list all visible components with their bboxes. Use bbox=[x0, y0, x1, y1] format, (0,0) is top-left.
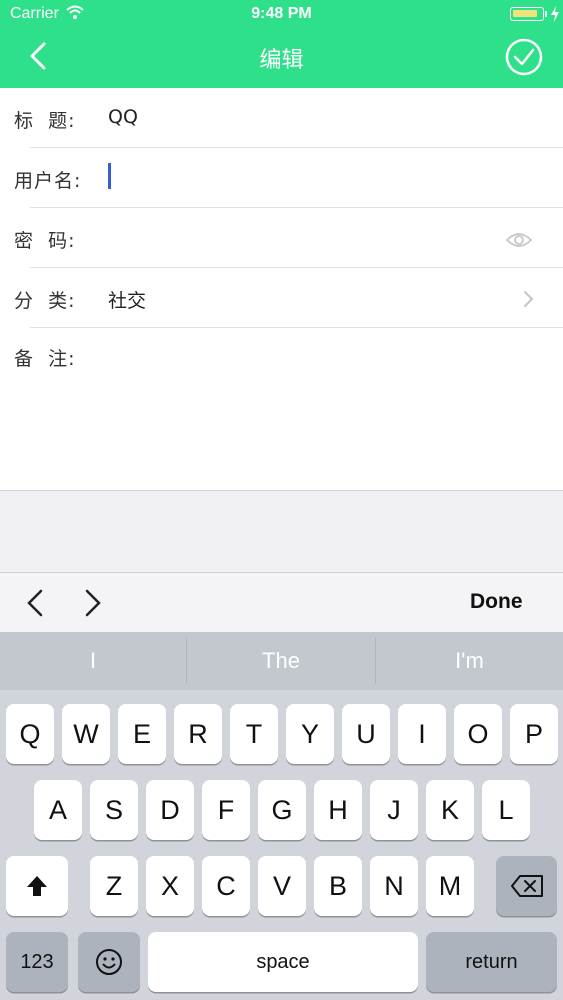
key-s[interactable]: S bbox=[90, 780, 138, 840]
category-row[interactable]: 分 类: 社交 bbox=[0, 268, 563, 328]
emoji-key[interactable] bbox=[78, 932, 140, 992]
key-d[interactable]: D bbox=[146, 780, 194, 840]
key-a[interactable]: A bbox=[34, 780, 82, 840]
key-j[interactable]: J bbox=[370, 780, 418, 840]
status-bar: Carrier 9:48 PM bbox=[0, 0, 563, 28]
return-key[interactable]: return bbox=[426, 932, 557, 992]
background-panel bbox=[0, 490, 563, 572]
category-value[interactable]: 社交 bbox=[108, 286, 146, 313]
eye-icon[interactable] bbox=[505, 230, 533, 250]
key-g[interactable]: G bbox=[258, 780, 306, 840]
key-b[interactable]: B bbox=[314, 856, 362, 916]
key-c[interactable]: C bbox=[202, 856, 250, 916]
suggestion-1[interactable]: I bbox=[0, 632, 186, 690]
numbers-key[interactable]: 123 bbox=[6, 932, 68, 992]
key-i[interactable]: I bbox=[398, 704, 446, 764]
key-h[interactable]: H bbox=[314, 780, 362, 840]
key-u[interactable]: U bbox=[342, 704, 390, 764]
delete-key[interactable] bbox=[496, 856, 557, 916]
category-label: 分 类: bbox=[14, 290, 76, 312]
key-r[interactable]: R bbox=[174, 704, 222, 764]
password-label: 密 码: bbox=[14, 230, 76, 252]
key-q[interactable]: Q bbox=[6, 704, 54, 764]
shift-icon bbox=[27, 876, 47, 896]
key-p[interactable]: P bbox=[510, 704, 558, 764]
shift-key[interactable] bbox=[6, 856, 68, 916]
next-field-icon[interactable] bbox=[80, 587, 104, 619]
username-row[interactable]: 用户名: bbox=[0, 148, 563, 208]
key-f[interactable]: F bbox=[202, 780, 250, 840]
nav-bar: Carrier 9:48 PM 编辑 bbox=[0, 0, 563, 88]
key-y[interactable]: Y bbox=[286, 704, 334, 764]
key-x[interactable]: X bbox=[146, 856, 194, 916]
notes-label: 备 注: bbox=[14, 348, 76, 370]
text-caret bbox=[108, 163, 111, 189]
title-input[interactable]: QQ bbox=[108, 106, 138, 128]
key-t[interactable]: T bbox=[230, 704, 278, 764]
page-title: 编辑 bbox=[259, 48, 304, 73]
emoji-icon bbox=[96, 949, 122, 975]
suggestion-3[interactable]: I'm bbox=[376, 632, 563, 690]
username-label: 用户名: bbox=[14, 170, 82, 192]
backspace-icon bbox=[510, 875, 543, 897]
previous-field-icon[interactable] bbox=[24, 587, 48, 619]
key-e[interactable]: E bbox=[118, 704, 166, 764]
check-circle-icon[interactable] bbox=[505, 38, 543, 76]
title-row[interactable]: 标 题: QQ bbox=[0, 88, 563, 148]
key-l[interactable]: L bbox=[482, 780, 530, 840]
keyboard-toolbar: Done bbox=[0, 572, 563, 632]
chevron-right-icon[interactable] bbox=[522, 289, 536, 309]
keyboard: I The I'm QWERTYUIOPASDFGHJKLZXCVBNM 123… bbox=[0, 632, 563, 1000]
key-m[interactable]: M bbox=[426, 856, 474, 916]
battery-level bbox=[513, 10, 537, 17]
key-w[interactable]: W bbox=[62, 704, 110, 764]
title-label: 标 题: bbox=[14, 110, 76, 132]
status-time: 9:48 PM bbox=[251, 5, 312, 22]
space-key[interactable]: space bbox=[148, 932, 418, 992]
password-row[interactable]: 密 码: bbox=[0, 208, 563, 268]
charging-bolt-icon bbox=[551, 6, 559, 22]
key-z[interactable]: Z bbox=[90, 856, 138, 916]
key-v[interactable]: V bbox=[258, 856, 306, 916]
battery-icon bbox=[510, 7, 544, 21]
suggestion-bar: I The I'm bbox=[0, 632, 563, 690]
notes-row[interactable]: 备 注: bbox=[0, 328, 563, 490]
key-n[interactable]: N bbox=[370, 856, 418, 916]
done-button[interactable]: Done bbox=[470, 590, 523, 614]
battery-tip bbox=[545, 11, 547, 17]
key-k[interactable]: K bbox=[426, 780, 474, 840]
suggestion-2[interactable]: The bbox=[187, 632, 375, 690]
key-o[interactable]: O bbox=[454, 704, 502, 764]
